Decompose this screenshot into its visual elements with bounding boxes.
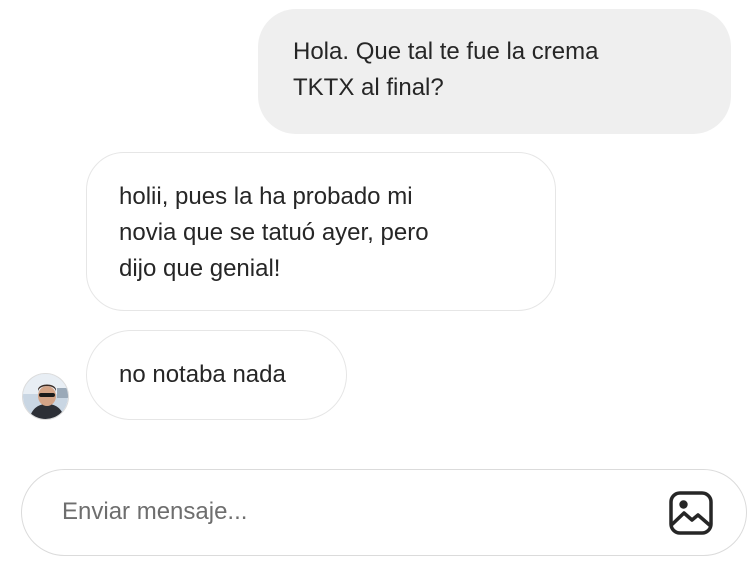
avatar-photo <box>23 374 68 419</box>
incoming-message: holii, pues la ha probado mi novia que s… <box>86 152 556 311</box>
avatar[interactable] <box>22 373 69 420</box>
outgoing-message: Hola. Que tal te fue la crema TKTX al fi… <box>258 9 731 134</box>
send-image-button[interactable] <box>668 490 714 536</box>
incoming-message: no notaba nada <box>86 330 347 420</box>
message-composer <box>21 469 747 556</box>
image-icon <box>669 491 713 535</box>
message-input[interactable] <box>62 492 622 532</box>
